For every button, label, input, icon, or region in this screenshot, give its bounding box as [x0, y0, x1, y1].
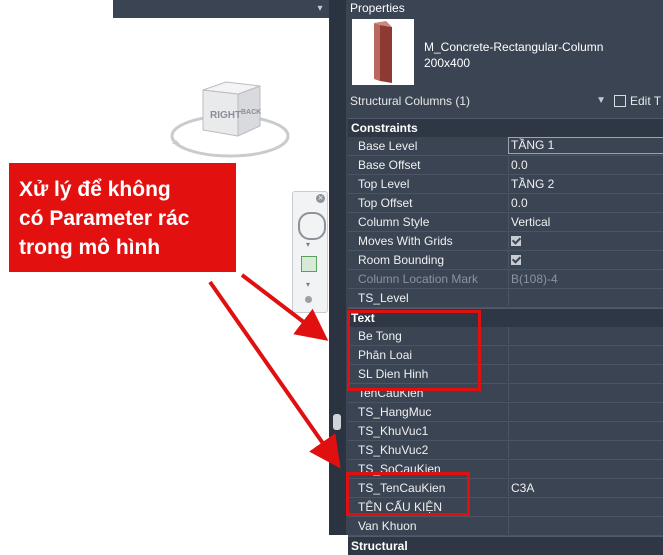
property-value[interactable]: TẦNG 2 [508, 175, 663, 192]
property-row[interactable]: Top Offset 0.0 [348, 194, 663, 213]
property-row[interactable]: TS_KhuVuc1 [348, 422, 663, 441]
property-value[interactable]: TẦNG 1 [508, 137, 663, 154]
property-name: TS_Level [358, 291, 409, 305]
type-size: 200x400 [424, 56, 471, 70]
zoom-region-icon[interactable] [301, 256, 317, 272]
options-icon[interactable] [305, 296, 312, 303]
property-value[interactable]: 0.0 [508, 194, 663, 211]
property-name: TS_HangMuc [358, 405, 432, 419]
property-value: B(108)-4 [508, 270, 663, 287]
property-row[interactable]: Base Offset 0.0 [348, 156, 663, 175]
type-name: M_Concrete-Rectangular-Column 200x400 [424, 39, 603, 71]
dropdown-arrow-icon[interactable] [313, 2, 327, 16]
property-row[interactable]: Van Khuon [348, 517, 663, 536]
property-name: Base Offset [358, 158, 421, 172]
group-structural[interactable]: Structural [348, 536, 663, 555]
property-name: Van Khuon [358, 519, 417, 533]
checkbox[interactable] [511, 236, 521, 246]
panel-title: Properties [350, 1, 405, 15]
steering-wheel-icon[interactable] [298, 212, 326, 240]
chevron-down-icon[interactable]: ▼ [596, 91, 606, 111]
callout-text: Xử lý để không có Parameter rác trong mô… [19, 178, 190, 259]
edit-type-label: Edit T [630, 94, 662, 108]
property-row[interactable]: TS_KhuVuc2 [348, 441, 663, 460]
highlight-box-garbage-params [346, 472, 470, 516]
checkbox[interactable] [511, 255, 521, 265]
property-value[interactable] [508, 422, 663, 439]
edit-type-icon [614, 95, 626, 107]
scrollbar[interactable] [329, 0, 346, 535]
property-name: Top Level [358, 177, 410, 191]
property-value[interactable] [508, 498, 663, 515]
group-constraints[interactable]: Constraints [348, 118, 663, 137]
scrollbar-thumb[interactable] [333, 414, 341, 430]
column-icon [374, 21, 392, 83]
property-value[interactable] [508, 517, 663, 534]
property-value[interactable]: Vertical [508, 213, 663, 230]
type-family-name: M_Concrete-Rectangular-Column [424, 40, 604, 54]
properties-panel: Properties M_Concrete-Rectangular-Column… [346, 0, 663, 555]
property-value[interactable] [508, 460, 663, 477]
property-row[interactable]: Room Bounding [348, 251, 663, 270]
property-name: Column Style [358, 215, 430, 229]
viewcube-back-label: BACK [241, 109, 261, 116]
instance-filter-label: Structural Columns (1) [350, 94, 471, 108]
property-value[interactable] [508, 346, 663, 363]
chevron-down-icon[interactable]: ▾ [306, 280, 310, 289]
edit-type-button[interactable]: Edit T [614, 92, 663, 110]
property-row[interactable]: Base Level TẦNG 1 [348, 137, 663, 156]
property-row[interactable]: Moves With Grids [348, 232, 663, 251]
property-value[interactable] [508, 403, 663, 420]
property-row[interactable]: Column Style Vertical [348, 213, 663, 232]
viewcube-right-label: RIGHT [210, 110, 241, 121]
property-name: Base Level [358, 139, 418, 153]
property-value[interactable]: 0.0 [508, 156, 663, 173]
chevron-down-icon[interactable]: ▾ [306, 240, 310, 249]
type-selector[interactable]: M_Concrete-Rectangular-Column 200x400 [352, 19, 655, 91]
property-row[interactable]: Top Level TẦNG 2 [348, 175, 663, 194]
property-name: Top Offset [358, 196, 413, 210]
property-value[interactable] [508, 365, 663, 382]
property-row: Column Location Mark B(108)-4 [348, 270, 663, 289]
close-icon[interactable]: × [316, 194, 325, 203]
property-value[interactable] [508, 441, 663, 458]
property-name: TS_KhuVuc2 [358, 443, 429, 457]
property-value[interactable] [508, 327, 663, 344]
property-value[interactable]: C3A [508, 479, 663, 496]
annotation-callout: Xử lý để không có Parameter rác trong mô… [9, 163, 236, 272]
property-value[interactable] [508, 232, 663, 249]
highlight-box-garbage-params [347, 310, 481, 391]
navigation-bar[interactable]: × ▾ ▾ [292, 191, 328, 313]
property-value[interactable] [508, 384, 663, 401]
property-name: Moves With Grids [358, 234, 453, 248]
property-name: Column Location Mark [358, 272, 479, 286]
view-title-bar [113, 0, 329, 18]
viewcube[interactable]: RIGHT BACK [168, 80, 294, 164]
property-name: TS_KhuVuc1 [358, 424, 429, 438]
instance-filter-dropdown[interactable]: Structural Columns (1) ▼ [350, 91, 610, 111]
type-preview-image [352, 19, 414, 85]
property-value[interactable] [508, 289, 663, 306]
property-value[interactable] [508, 251, 663, 268]
property-row[interactable]: TS_Level [348, 289, 663, 308]
property-name: Room Bounding [358, 253, 445, 267]
property-row[interactable]: TS_HangMuc [348, 403, 663, 422]
